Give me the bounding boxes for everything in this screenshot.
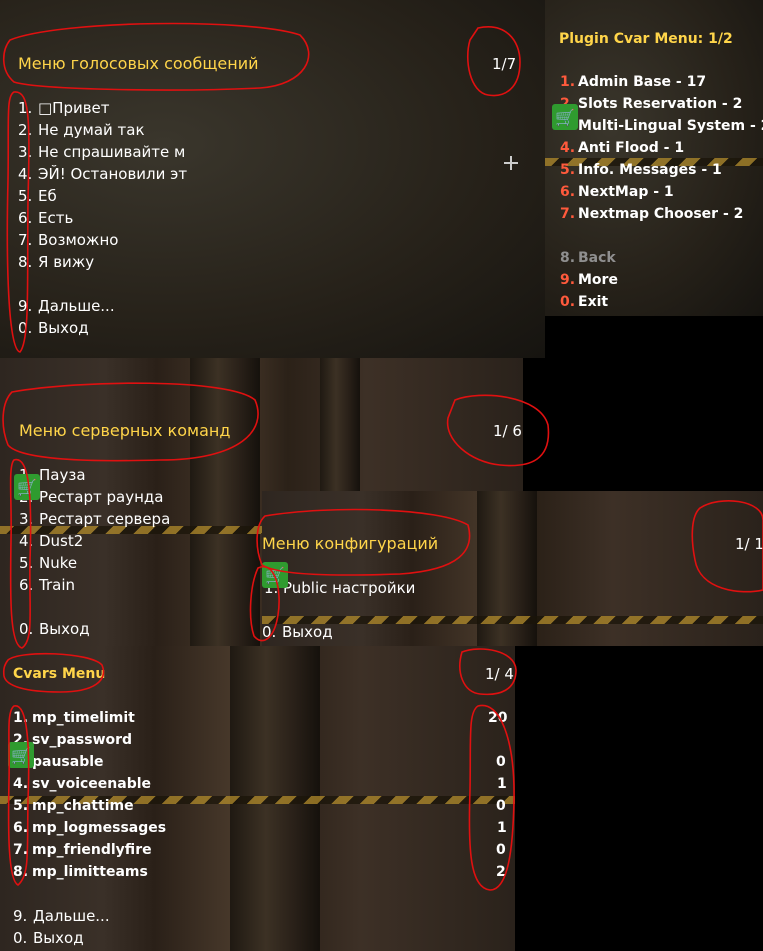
voice-menu-title: Меню голосовых сообщений: [18, 54, 259, 73]
cvars-menu-page: 1/ 4: [485, 665, 514, 683]
plugin-cvar-menu-title: Plugin Cvar Menu: 1/2: [559, 31, 733, 47]
cart-icon: 🛒: [262, 562, 288, 588]
config-menu-page: 1/ 1: [735, 535, 763, 553]
cvars-menu-title: Cvars Menu: [13, 666, 106, 682]
cart-icon: 🛒: [14, 474, 40, 500]
plugin-cvar-menu-panel: Plugin Cvar Menu: 1/2 1. Admin Base - 17…: [545, 0, 763, 316]
cart-icon: 🛒: [552, 104, 578, 130]
voice-menu-panel: Меню голосовых сообщений 1/7 1. □Привет …: [0, 0, 545, 358]
voice-menu-page: 1/7: [492, 55, 517, 73]
server-menu-title: Меню серверных команд: [19, 421, 231, 440]
cart-icon: 🛒: [8, 742, 34, 768]
crosshair-icon: [504, 156, 518, 170]
cvars-menu-panel: Cvars Menu 1/ 4 1. mp_timelimit 20 2. sv…: [0, 646, 515, 951]
server-menu-page: 1/ 6: [493, 422, 522, 440]
config-menu-panel: Меню конфигураций 1/ 1 1. Public настрой…: [262, 491, 763, 646]
config-menu-title: Меню конфигураций: [262, 534, 439, 553]
